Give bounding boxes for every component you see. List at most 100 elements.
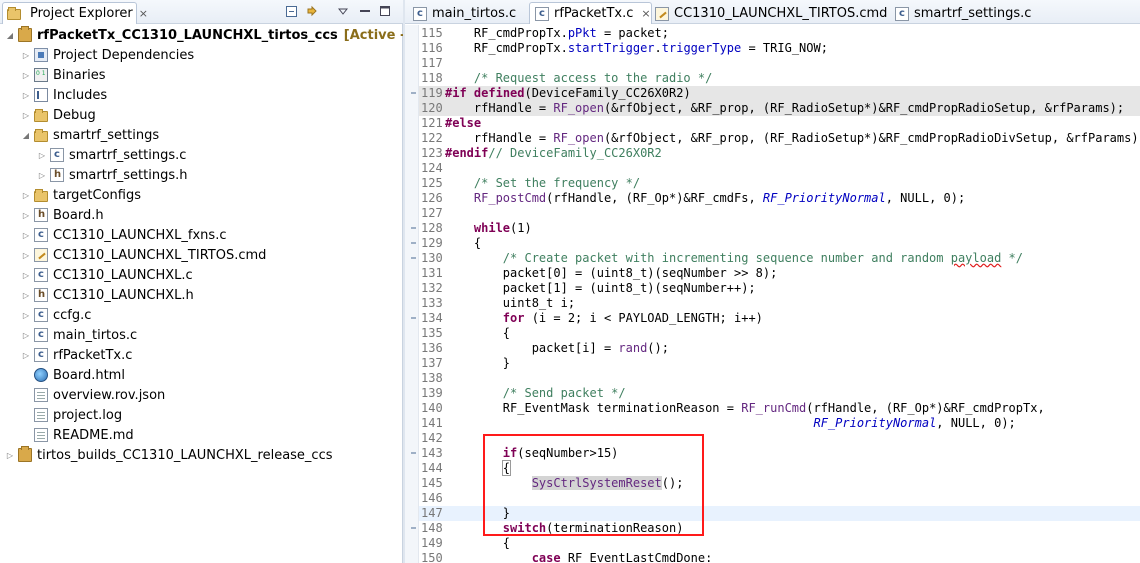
tree-project[interactable]: ◢ rfPacketTx_CC1310_LAUNCHXL_tirtos_ccs [A… bbox=[5, 25, 463, 45]
code-line[interactable]: 132 packet[1] = (uint8_t)(seqNumber++); bbox=[419, 281, 1140, 296]
code-line[interactable]: 138 bbox=[419, 371, 1140, 386]
editor-tab-label: main_tirtos.c bbox=[432, 6, 517, 21]
code-line[interactable]: 133 uint8_t i; bbox=[419, 296, 1140, 311]
tree-item[interactable]: ▷ c smartrf_settings.c bbox=[37, 145, 186, 165]
code-line[interactable]: 121 #else bbox=[419, 116, 1140, 131]
collapse-arrow-icon[interactable]: ◢ bbox=[5, 31, 15, 40]
minimize-icon[interactable] bbox=[358, 4, 372, 18]
expand-arrow-icon[interactable]: ▷ bbox=[21, 111, 31, 120]
tree-item[interactable]: ▷ c CC1310_LAUNCHXL.c bbox=[21, 265, 193, 285]
tree-item[interactable]: ▷ h Board.h bbox=[21, 205, 104, 225]
tree-item[interactable]: ▷ c CC1310_LAUNCHXL_fxns.c bbox=[21, 225, 227, 245]
view-menu-icon[interactable] bbox=[336, 4, 350, 18]
fold-marker-icon[interactable] bbox=[411, 242, 416, 244]
code-line[interactable]: 141 RF_PriorityNormal, NULL, 0); bbox=[419, 416, 1140, 431]
code-line[interactable]: 137 } bbox=[419, 356, 1140, 371]
tree-item[interactable]: ▷ c ccfg.c bbox=[21, 305, 91, 325]
tree-item[interactable]: README.md bbox=[21, 425, 134, 445]
code-line[interactable]: 144 { bbox=[419, 460, 1140, 476]
code-line[interactable]: 130 /* Create packet with incrementing s… bbox=[419, 251, 1140, 266]
code-line[interactable]: 148 switch(terminationReason) bbox=[419, 521, 1140, 536]
collapse-all-icon[interactable] bbox=[284, 4, 298, 18]
code-line[interactable]: 129 { bbox=[419, 236, 1140, 251]
fold-marker-icon[interactable] bbox=[411, 257, 416, 259]
fold-marker-icon[interactable] bbox=[411, 527, 416, 529]
code-line[interactable]: 125 /* Set the frequency */ bbox=[419, 176, 1140, 191]
code-line[interactable]: 124 bbox=[419, 161, 1140, 176]
code-line[interactable]: 147 } bbox=[419, 506, 1140, 521]
code-line[interactable]: 149 { bbox=[419, 536, 1140, 551]
tree-item[interactable]: ▷ Includes bbox=[21, 85, 107, 105]
code-line[interactable]: 146 bbox=[419, 491, 1140, 506]
tree-item[interactable]: overview.rov.json bbox=[21, 385, 165, 405]
tree-item[interactable]: ▷ Debug bbox=[21, 105, 96, 125]
link-with-editor-icon[interactable] bbox=[306, 4, 320, 18]
code-line[interactable]: 117 bbox=[419, 56, 1140, 71]
code-line[interactable]: 115 RF_cmdPropTx.pPkt = packet; bbox=[419, 26, 1140, 41]
code-line[interactable]: 120 rfHandle = RF_open(&rfObject, &RF_pr… bbox=[419, 101, 1140, 116]
expand-arrow-icon[interactable]: ▷ bbox=[21, 331, 31, 340]
code-line[interactable]: 131 packet[0] = (uint8_t)(seqNumber >> 8… bbox=[419, 266, 1140, 281]
tree-item-label: ccfg.c bbox=[53, 307, 92, 323]
editor-tab[interactable]: c rfPacketTx.c × bbox=[529, 2, 652, 24]
h-file-icon: h bbox=[34, 288, 48, 302]
code-line[interactable]: 139 /* Send packet */ bbox=[419, 386, 1140, 401]
collapse-arrow-icon[interactable]: ◢ bbox=[21, 131, 31, 140]
expand-arrow-icon[interactable]: ▷ bbox=[5, 451, 15, 460]
tree-item[interactable]: ▷ c main_tirtos.c bbox=[21, 325, 137, 345]
expand-arrow-icon[interactable]: ▷ bbox=[21, 251, 31, 260]
code-line[interactable]: 122 rfHandle = RF_open(&rfObject, &RF_pr… bbox=[419, 131, 1140, 146]
project-explorer-tab[interactable]: Project Explorer × bbox=[2, 2, 148, 24]
tree-item[interactable]: ▷ Binaries bbox=[21, 65, 106, 85]
expand-arrow-icon[interactable]: ▷ bbox=[21, 291, 31, 300]
editor-tab[interactable]: CC1310_LAUNCHXL_TIRTOS.cmd bbox=[649, 2, 888, 24]
expand-arrow-icon[interactable]: ▷ bbox=[37, 151, 47, 160]
code-line[interactable]: 127 bbox=[419, 206, 1140, 221]
code-line[interactable]: 143 if(seqNumber>15) bbox=[419, 446, 1140, 461]
code-line[interactable]: 135 { bbox=[419, 326, 1140, 341]
code-line[interactable]: 119 #if defined(DeviceFamily_CC26X0R2) bbox=[419, 86, 1140, 101]
code-line[interactable]: 134 for (i = 2; i < PAYLOAD_LENGTH; i++) bbox=[419, 311, 1140, 326]
expand-arrow-icon[interactable]: ▷ bbox=[21, 211, 31, 220]
code-line[interactable]: 145 SysCtrlSystemReset(); bbox=[419, 476, 1140, 491]
expand-arrow-icon[interactable]: ▷ bbox=[21, 351, 31, 360]
fold-marker-icon[interactable] bbox=[411, 452, 416, 454]
expand-arrow-icon[interactable]: ▷ bbox=[21, 231, 31, 240]
tree-item[interactable]: Board.html bbox=[21, 365, 125, 385]
code-line[interactable]: 123 #endif// DeviceFamily_CC26X0R2 bbox=[419, 146, 1140, 161]
tree-item[interactable]: ▷ Project Dependencies bbox=[21, 45, 194, 65]
editor-tab[interactable]: c smartrf_settings.c bbox=[889, 2, 1032, 24]
c-file-icon: c bbox=[34, 328, 48, 342]
expand-arrow-icon[interactable]: ▷ bbox=[21, 191, 31, 200]
code-line[interactable]: 136 packet[i] = rand(); bbox=[419, 341, 1140, 356]
maximize-icon[interactable] bbox=[378, 4, 392, 18]
tree-item[interactable]: ▷ CC1310_LAUNCHXL_TIRTOS.cmd bbox=[21, 245, 266, 265]
tree-item[interactable]: project.log bbox=[21, 405, 122, 425]
code-line[interactable]: 128 while(1) bbox=[419, 221, 1140, 236]
tree-item[interactable]: ▷ c rfPacketTx.c bbox=[21, 345, 132, 365]
code-line[interactable]: 140 RF_EventMask terminationReason = RF_… bbox=[419, 401, 1140, 416]
code-line[interactable]: 126 RF_postCmd(rfHandle, (RF_Op*)&RF_cmd… bbox=[419, 191, 1140, 206]
code-line[interactable]: 142 bbox=[419, 431, 1140, 446]
editor-ruler[interactable] bbox=[405, 25, 419, 563]
code-line[interactable]: 150 case RF_EventLastCmdDone: bbox=[419, 551, 1140, 563]
tree-item[interactable]: ◢ smartrf_settings bbox=[21, 125, 159, 145]
fold-marker-icon[interactable] bbox=[411, 317, 416, 319]
expand-arrow-icon[interactable]: ▷ bbox=[37, 171, 47, 180]
code-area[interactable]: 115 RF_cmdPropTx.pPkt = packet; 116 RF_cm… bbox=[419, 25, 1140, 563]
expand-arrow-icon[interactable]: ▷ bbox=[21, 71, 31, 80]
fold-marker-icon[interactable] bbox=[411, 227, 416, 229]
tree-item[interactable]: ▷ h CC1310_LAUNCHXL.h bbox=[21, 285, 194, 305]
tree-item[interactable]: ▷ h smartrf_settings.h bbox=[37, 165, 188, 185]
tree-item[interactable]: ▷ targetConfigs bbox=[21, 185, 141, 205]
expand-arrow-icon[interactable]: ▷ bbox=[21, 91, 31, 100]
expand-arrow-icon[interactable]: ▷ bbox=[21, 271, 31, 280]
tree-project[interactable]: ▷ tirtos_builds_CC1310_LAUNCHXL_release_c… bbox=[5, 445, 333, 465]
fold-marker-icon[interactable] bbox=[411, 92, 416, 94]
expand-arrow-icon[interactable]: ▷ bbox=[21, 311, 31, 320]
editor-tab[interactable]: c main_tirtos.c bbox=[407, 2, 517, 24]
code-line[interactable]: 116 RF_cmdPropTx.startTrigger.triggerTyp… bbox=[419, 41, 1140, 56]
expand-arrow-icon[interactable]: ▷ bbox=[21, 51, 31, 60]
code-line[interactable]: 118 /* Request access to the radio */ bbox=[419, 71, 1140, 86]
close-icon[interactable]: × bbox=[139, 7, 148, 20]
